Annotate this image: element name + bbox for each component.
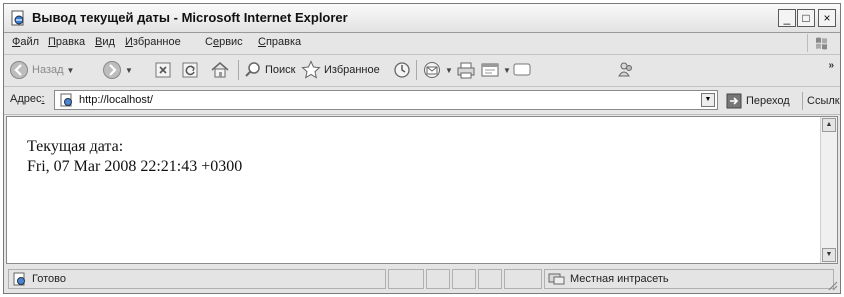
resize-grip-icon[interactable] [826, 279, 838, 291]
printer-icon [457, 62, 475, 79]
forward-arrow-icon [103, 61, 121, 79]
go-button[interactable]: Переход [726, 92, 790, 110]
search-icon [245, 62, 260, 77]
back-button[interactable]: Назад ▼ [9, 58, 74, 82]
status-cell [504, 269, 542, 289]
address-bar: Адрес: http://localhost/ ▼ Переход Ссылк… [4, 86, 840, 115]
windows-logo-icon [816, 37, 827, 50]
menu-help[interactable]: Справка [258, 36, 301, 48]
page-body: Текущая дата: Fri, 07 Mar 2008 22:21:43 … [27, 137, 242, 177]
menu-view[interactable]: Вид [95, 36, 115, 48]
discuss-button[interactable] [512, 58, 532, 82]
menu-favorites[interactable]: Избранное [125, 36, 181, 48]
status-cell [452, 269, 476, 289]
address-input[interactable]: http://localhost/ ▼ [54, 90, 718, 110]
status-bar: Готово Местная интрасеть [4, 265, 840, 293]
menu-favorites-label: збранное [132, 36, 181, 48]
page-content: Текущая дата: Fri, 07 Mar 2008 22:21:43 … [6, 116, 838, 264]
security-zone-panel[interactable]: Местная интрасеть [544, 269, 834, 289]
menu-edit-hotkey: П [48, 36, 56, 48]
home-button[interactable] [210, 58, 230, 82]
messenger-button[interactable] [616, 58, 636, 82]
vertical-scrollbar[interactable]: ▲ ▼ [820, 117, 837, 263]
address-value: http://localhost/ [79, 94, 153, 106]
mail-button[interactable]: ▼ [422, 58, 453, 82]
windows-throbber [807, 34, 834, 52]
minimize-button[interactable]: _ [778, 9, 796, 27]
star-icon [301, 60, 321, 79]
menu-edit[interactable]: Правка [48, 36, 85, 48]
intranet-zone-icon [548, 273, 565, 285]
scroll-up-button[interactable]: ▲ [822, 118, 836, 132]
back-dropdown-icon[interactable]: ▼ [67, 66, 75, 75]
menu-tools[interactable]: Сервис [205, 36, 243, 48]
date-heading: Текущая дата: [27, 138, 124, 155]
status-cell-progress [388, 269, 424, 289]
search-button[interactable]: Поиск [244, 58, 295, 82]
go-arrow-icon [726, 93, 742, 109]
menu-tools-label: рвис [219, 36, 243, 48]
status-cell [478, 269, 502, 289]
forward-button[interactable]: ▼ [102, 58, 133, 82]
menu-view-label: ид [102, 36, 115, 48]
go-label: Переход [746, 95, 790, 107]
mail-dropdown-icon[interactable]: ▼ [445, 66, 453, 75]
menu-favorites-hotkey: И [125, 36, 133, 48]
stop-button[interactable] [154, 58, 172, 82]
forward-dropdown-icon[interactable]: ▼ [125, 66, 133, 75]
links-button[interactable]: Ссылки » [802, 92, 840, 110]
toolbar-more-chevron-icon[interactable]: » [828, 60, 834, 71]
edit-page-icon [481, 63, 499, 77]
zone-text: Местная интрасеть [570, 273, 669, 285]
menu-file-label: айл [20, 36, 40, 48]
toolbar-separator [238, 60, 239, 80]
page-done-icon [13, 272, 25, 286]
close-button[interactable]: × [818, 9, 836, 27]
back-label: Назад [32, 64, 64, 76]
menu-tools-pre: С [205, 36, 213, 48]
menu-help-label: правка [265, 36, 302, 48]
mail-icon [424, 62, 440, 78]
status-text-panel: Готово [8, 269, 386, 289]
edit-button[interactable]: ▼ [480, 58, 511, 82]
window-title: Вывод текущей даты - Microsoft Internet … [32, 10, 348, 25]
status-cell [426, 269, 450, 289]
favorites-label: Избранное [324, 64, 380, 76]
refresh-icon [182, 62, 198, 78]
messenger-icon [618, 62, 632, 77]
address-dropdown-button[interactable]: ▼ [701, 93, 715, 107]
links-label: Ссылки [807, 95, 840, 107]
status-text: Готово [32, 273, 66, 285]
home-icon [211, 62, 229, 78]
scroll-down-button[interactable]: ▼ [822, 248, 836, 262]
ie-page-icon [11, 10, 24, 26]
discuss-icon [513, 63, 531, 76]
address-label-hotkey: : [41, 93, 45, 105]
stop-icon [155, 62, 171, 78]
favorites-button[interactable]: Избранное [301, 58, 380, 82]
edit-dropdown-icon[interactable]: ▼ [503, 66, 511, 75]
ie-window: Вывод текущей даты - Microsoft Internet … [3, 3, 841, 294]
address-label: Адрес: [10, 93, 45, 105]
menu-file[interactable]: Файл [12, 36, 39, 48]
history-button[interactable] [393, 58, 411, 82]
current-date: Fri, 07 Mar 2008 22:21:43 +0300 [27, 158, 243, 175]
print-button[interactable] [456, 58, 476, 82]
refresh-button[interactable] [181, 58, 199, 82]
maximize-button[interactable]: □ [797, 9, 815, 27]
menu-bar: Файл Правка Вид Избранное Сервис Справка [4, 32, 840, 55]
history-icon [394, 62, 410, 78]
menu-edit-label: равка [55, 36, 86, 48]
standard-toolbar: Назад ▼ ▼ Поиск Избранное ▼ ▼ » [4, 54, 840, 87]
menu-help-hotkey: С [258, 36, 266, 48]
search-label: Поиск [265, 64, 296, 76]
page-icon [60, 93, 72, 107]
back-arrow-icon [10, 61, 28, 79]
title-bar[interactable]: Вывод текущей даты - Microsoft Internet … [4, 4, 840, 33]
address-label-text: Адрес [10, 93, 42, 105]
toolbar-separator [416, 60, 417, 80]
